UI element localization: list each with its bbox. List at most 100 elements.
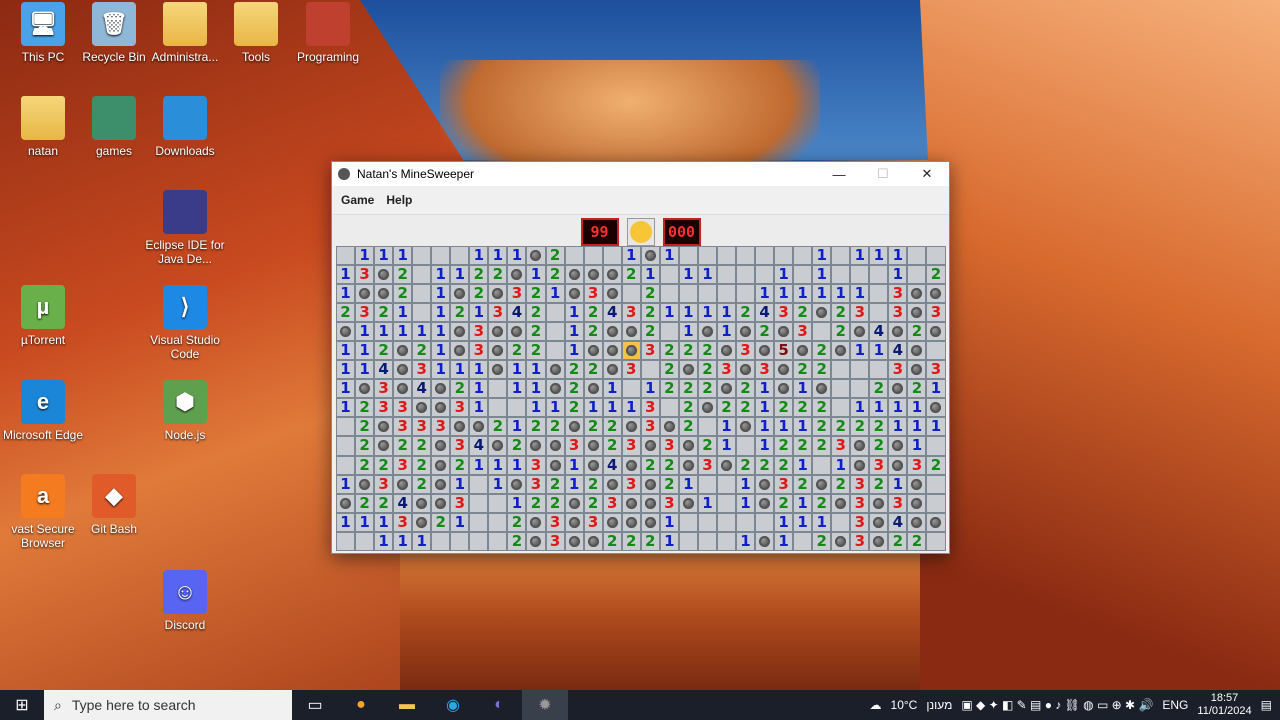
search-box[interactable]: ⌕ Type here to search xyxy=(44,690,292,720)
number-cell[interactable]: 1 xyxy=(374,531,394,551)
number-cell[interactable]: 2 xyxy=(507,436,527,456)
empty-cell[interactable] xyxy=(697,417,717,437)
number-cell[interactable]: 1 xyxy=(774,512,794,532)
mine-cell[interactable] xyxy=(774,360,794,380)
number-cell[interactable]: 3 xyxy=(564,436,584,456)
number-cell[interactable]: 3 xyxy=(888,493,908,513)
mine-cell[interactable] xyxy=(926,284,946,304)
number-cell[interactable]: 2 xyxy=(526,322,546,342)
mine-cell[interactable] xyxy=(412,398,432,418)
number-cell[interactable]: 1 xyxy=(888,417,908,437)
mine-cell[interactable] xyxy=(431,474,451,494)
number-cell[interactable]: 1 xyxy=(412,531,432,551)
mine-cell[interactable] xyxy=(431,398,451,418)
number-cell[interactable]: 3 xyxy=(640,398,660,418)
number-cell[interactable]: 2 xyxy=(869,436,889,456)
programing-shortcut[interactable]: Programing xyxy=(285,2,371,64)
empty-cell[interactable] xyxy=(735,284,756,304)
number-cell[interactable]: 3 xyxy=(621,474,641,494)
number-cell[interactable]: 2 xyxy=(545,265,565,285)
mine-cell[interactable] xyxy=(450,341,470,361)
number-cell[interactable]: 3 xyxy=(602,493,622,513)
mine-cell[interactable] xyxy=(374,284,394,304)
number-cell[interactable]: 2 xyxy=(488,417,508,437)
number-cell[interactable]: 2 xyxy=(907,531,927,551)
number-cell[interactable]: 1 xyxy=(564,455,584,475)
empty-cell[interactable] xyxy=(697,512,717,532)
number-cell[interactable]: 1 xyxy=(450,360,470,380)
empty-cell[interactable] xyxy=(793,246,813,266)
number-cell[interactable]: 2 xyxy=(583,474,603,494)
number-cell[interactable]: 4 xyxy=(374,360,394,380)
mine-cell[interactable] xyxy=(602,322,622,342)
mine-cell[interactable] xyxy=(602,512,622,532)
number-cell[interactable]: 1 xyxy=(888,265,908,285)
number-cell[interactable]: 2 xyxy=(831,474,851,494)
mine-cell[interactable] xyxy=(526,246,546,266)
number-cell[interactable]: 4 xyxy=(602,303,622,323)
number-cell[interactable]: 1 xyxy=(431,341,451,361)
number-cell[interactable]: 1 xyxy=(869,398,889,418)
utorrent-shortcut[interactable]: µ µTorrent xyxy=(0,285,86,347)
number-cell[interactable]: 2 xyxy=(355,417,375,437)
mine-cell[interactable] xyxy=(640,436,660,456)
number-cell[interactable]: 2 xyxy=(659,379,679,399)
number-cell[interactable]: 3 xyxy=(412,360,432,380)
weather-temp[interactable]: 10°C xyxy=(891,698,918,712)
mine-cell[interactable] xyxy=(812,474,832,494)
number-cell[interactable]: 3 xyxy=(621,436,641,456)
empty-cell[interactable] xyxy=(450,531,470,551)
number-cell[interactable]: 2 xyxy=(793,360,813,380)
mine-cell[interactable] xyxy=(621,417,641,437)
mine-cell[interactable] xyxy=(831,493,851,513)
number-cell[interactable]: 1 xyxy=(336,265,356,285)
mine-cell[interactable] xyxy=(336,493,356,513)
nodejs-shortcut[interactable]: ⬢ Node.js xyxy=(142,380,228,442)
empty-cell[interactable] xyxy=(621,379,641,399)
mine-cell[interactable] xyxy=(412,512,432,532)
empty-cell[interactable] xyxy=(831,246,851,266)
empty-cell[interactable] xyxy=(412,284,432,304)
number-cell[interactable]: 2 xyxy=(469,284,489,304)
number-cell[interactable]: 3 xyxy=(507,284,527,304)
number-cell[interactable]: 3 xyxy=(393,512,413,532)
mine-cell[interactable] xyxy=(812,379,832,399)
number-cell[interactable]: 3 xyxy=(735,341,756,361)
number-cell[interactable]: 1 xyxy=(831,284,851,304)
number-cell[interactable]: 3 xyxy=(526,455,546,475)
empty-cell[interactable] xyxy=(716,474,736,494)
number-cell[interactable]: 2 xyxy=(812,417,832,437)
number-cell[interactable]: 1 xyxy=(812,265,832,285)
number-cell[interactable]: 1 xyxy=(793,493,813,513)
mine-cell[interactable] xyxy=(507,265,527,285)
mine-cell[interactable] xyxy=(735,417,756,437)
number-cell[interactable]: 2 xyxy=(412,455,432,475)
mine-cell[interactable] xyxy=(888,379,908,399)
number-cell[interactable]: 1 xyxy=(602,398,622,418)
empty-cell[interactable] xyxy=(678,531,698,551)
number-cell[interactable]: 1 xyxy=(793,284,813,304)
number-cell[interactable]: 1 xyxy=(716,436,736,456)
number-cell[interactable]: 1 xyxy=(812,246,832,266)
mine-cell[interactable] xyxy=(412,493,432,513)
mine-cell[interactable] xyxy=(488,360,508,380)
number-cell[interactable]: 2 xyxy=(697,436,717,456)
empty-cell[interactable] xyxy=(926,493,946,513)
number-cell[interactable]: 1 xyxy=(697,303,717,323)
mine-cell[interactable] xyxy=(716,341,736,361)
number-cell[interactable]: 1 xyxy=(507,360,527,380)
number-cell[interactable]: 4 xyxy=(869,322,889,342)
number-cell[interactable]: 3 xyxy=(888,360,908,380)
empty-cell[interactable] xyxy=(355,531,375,551)
number-cell[interactable]: 2 xyxy=(412,341,432,361)
number-cell[interactable]: 2 xyxy=(526,284,546,304)
empty-cell[interactable] xyxy=(469,512,489,532)
number-cell[interactable]: 1 xyxy=(431,265,451,285)
mine-cell[interactable] xyxy=(621,455,641,475)
number-cell[interactable]: 2 xyxy=(869,379,889,399)
number-cell[interactable]: 3 xyxy=(431,417,451,437)
number-cell[interactable]: 3 xyxy=(393,455,413,475)
mine-cell[interactable] xyxy=(450,284,470,304)
mine-cell[interactable] xyxy=(507,474,527,494)
number-cell[interactable]: 2 xyxy=(507,512,527,532)
